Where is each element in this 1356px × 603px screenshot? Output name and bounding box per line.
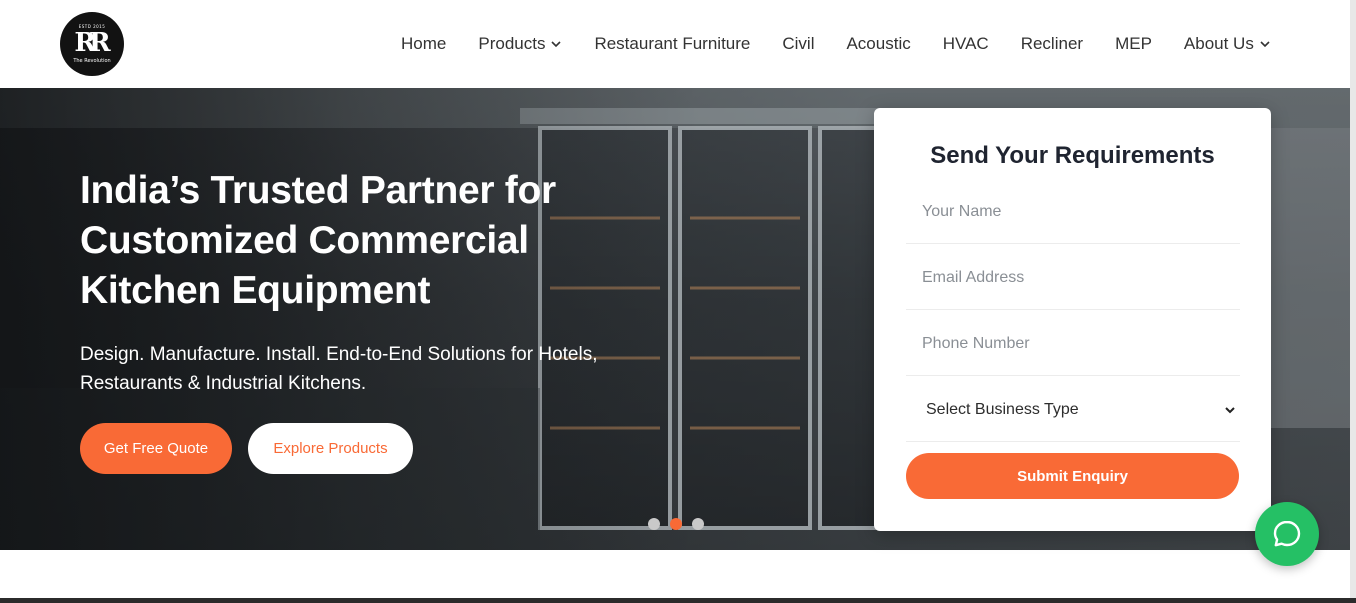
email-field <box>906 246 1240 310</box>
get-free-quote-button[interactable]: Get Free Quote <box>80 423 232 474</box>
nav-item-label: Recliner <box>1020 34 1084 53</box>
nav-item-label: Products <box>478 34 546 53</box>
bottom-edge <box>0 598 1356 603</box>
business-type-value: Select Business Type <box>926 400 1079 418</box>
hero-cta-row: Get Free Quote Explore Products <box>80 423 413 474</box>
whatsapp-icon <box>1273 520 1301 547</box>
nav-item-about-us[interactable]: About Us <box>1184 34 1271 54</box>
explore-products-button[interactable]: Explore Products <box>248 423 413 474</box>
name-field <box>906 180 1240 244</box>
nav-item-label: Civil <box>782 34 815 53</box>
hero-title-line: India’s Trusted Partner for <box>80 169 556 212</box>
nav-item-mep[interactable]: MEP <box>1115 34 1152 54</box>
page: ESTD 2015 RR The Revolution Home Product… <box>0 0 1356 603</box>
enquiry-form: Send Your Requirements Select Business T… <box>874 108 1271 531</box>
name-input[interactable] <box>922 202 1240 221</box>
slider-dot[interactable] <box>648 518 660 530</box>
nav-item-home[interactable]: Home <box>401 34 446 54</box>
logo-tagline: The Revolution <box>73 58 111 64</box>
nav-item-acoustic[interactable]: Acoustic <box>846 34 910 54</box>
slider-dot[interactable] <box>692 518 704 530</box>
form-title: Send Your Requirements <box>930 142 1215 169</box>
chevron-down-icon <box>1260 41 1270 48</box>
chevron-down-icon <box>1225 406 1235 413</box>
hero-title-line: Kitchen Equipment <box>80 269 431 312</box>
phone-input[interactable] <box>922 334 1240 353</box>
whatsapp-chat-button[interactable] <box>1255 502 1319 566</box>
chevron-down-icon <box>551 41 562 48</box>
hero-title: India’s Trusted Partner for Customized C… <box>80 166 640 316</box>
nav-item-label: Acoustic <box>846 34 911 53</box>
nav-item-civil[interactable]: Civil <box>782 34 814 54</box>
nav-item-label: Home <box>401 34 447 53</box>
nav-item-label: Restaurant Furniture <box>594 34 751 53</box>
hero-text-block: India’s Trusted Partner for Customized C… <box>80 166 640 398</box>
nav-item-restaurant-furniture[interactable]: Restaurant Furniture <box>594 34 750 54</box>
site-header: ESTD 2015 RR The Revolution Home Product… <box>0 0 1350 88</box>
slider-dot-active[interactable] <box>670 518 682 530</box>
hero-title-line: Customized Commercial <box>80 219 529 262</box>
submit-enquiry-button[interactable]: Submit Enquiry <box>906 453 1239 499</box>
scrollbar[interactable] <box>1350 0 1356 603</box>
business-type-select[interactable]: Select Business Type <box>906 378 1240 442</box>
email-input[interactable] <box>922 268 1240 287</box>
main-nav: Home Products Restaurant Furniture Civil… <box>385 0 1287 88</box>
nav-item-label: HVAC <box>942 34 989 53</box>
phone-field <box>906 312 1240 376</box>
slider-pagination <box>648 518 704 530</box>
logo-mark: RR <box>74 28 110 58</box>
nav-item-products[interactable]: Products <box>478 34 562 54</box>
site-logo[interactable]: ESTD 2015 RR The Revolution <box>60 12 124 76</box>
nav-item-label: MEP <box>1115 34 1152 53</box>
nav-item-hvac[interactable]: HVAC <box>943 34 989 54</box>
hero-subtitle: Design. Manufacture. Install. End-to-End… <box>80 344 598 394</box>
nav-item-label: About Us <box>1183 34 1254 53</box>
nav-item-recliner[interactable]: Recliner <box>1021 34 1083 54</box>
